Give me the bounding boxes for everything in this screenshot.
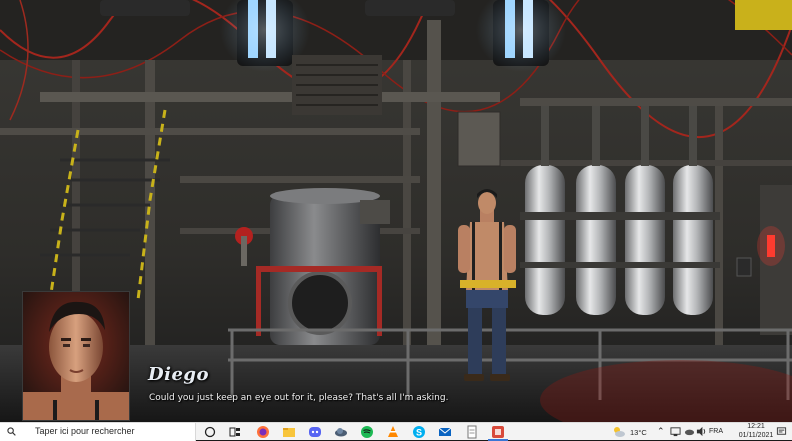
speaker-name: Diego bbox=[148, 364, 209, 385]
game-scene[interactable]: Diego Could you just keep an eye out for… bbox=[0, 0, 792, 422]
volume-icon[interactable] bbox=[696, 426, 707, 437]
mail-icon[interactable] bbox=[438, 425, 452, 439]
game-app-icon[interactable] bbox=[491, 425, 505, 439]
search-placeholder: Taper ici pour rechercher bbox=[35, 426, 135, 436]
clock-date[interactable]: 01/11/2021 bbox=[737, 432, 775, 439]
cloud-app-icon[interactable] bbox=[334, 425, 348, 439]
chevron-up-icon[interactable]: ⌃ bbox=[657, 426, 665, 437]
clock-time[interactable]: 12:21 bbox=[741, 423, 771, 430]
diego-portrait-image bbox=[23, 292, 129, 420]
skype-icon[interactable]: S bbox=[412, 425, 426, 439]
notification-icon[interactable] bbox=[776, 426, 787, 437]
windows-taskbar: Taper ici pour rechercher S 13°C ⌃ FRA 1… bbox=[0, 422, 792, 441]
search-icon bbox=[7, 427, 16, 436]
file-explorer-icon[interactable] bbox=[282, 425, 296, 439]
task-view-icon[interactable] bbox=[203, 425, 217, 439]
language-indicator[interactable]: FRA bbox=[709, 428, 723, 435]
vlc-icon[interactable] bbox=[386, 425, 400, 439]
taskbar-search-box[interactable]: Taper ici pour rechercher bbox=[0, 423, 196, 441]
network-icon[interactable] bbox=[670, 426, 681, 437]
widgets-icon[interactable] bbox=[228, 425, 242, 439]
firefox-icon[interactable] bbox=[256, 425, 270, 439]
discord-icon[interactable] bbox=[308, 425, 322, 439]
weather-icon[interactable] bbox=[612, 425, 626, 439]
cloud-sync-icon[interactable] bbox=[684, 426, 695, 437]
speaker-portrait bbox=[22, 291, 130, 421]
notepad-icon[interactable] bbox=[465, 425, 479, 439]
svg-text:S: S bbox=[416, 428, 422, 438]
spotify-icon[interactable] bbox=[360, 425, 374, 439]
dialogue-text[interactable]: Could you just keep an eye out for it, p… bbox=[149, 393, 448, 403]
weather-temperature[interactable]: 13°C bbox=[630, 428, 647, 437]
